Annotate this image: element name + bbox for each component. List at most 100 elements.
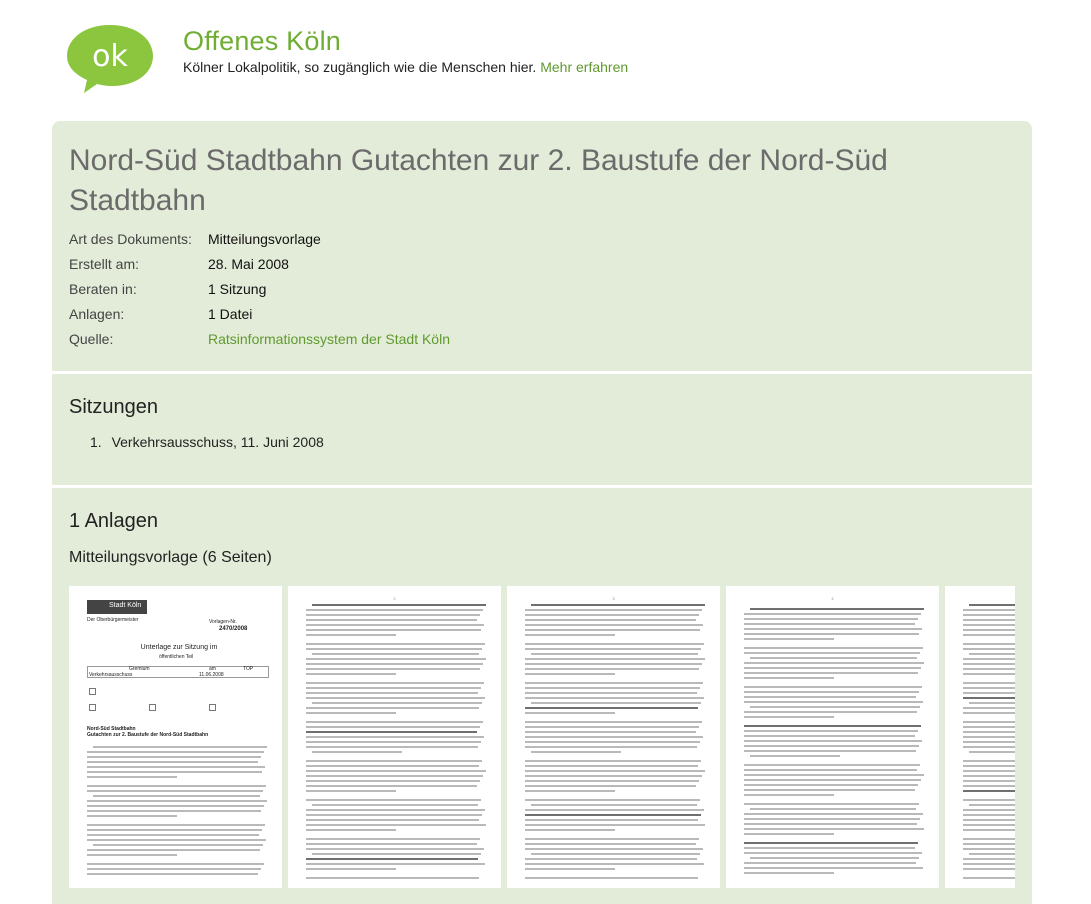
text-line bbox=[525, 863, 704, 865]
more-info-link[interactable]: Mehr erfahren bbox=[540, 59, 628, 75]
betreff-subtext: Gutachten zur 2. Baustufe der Nord-Süd S… bbox=[87, 732, 209, 738]
text-line bbox=[963, 868, 1015, 870]
page-thumbnail[interactable]: 4 bbox=[726, 586, 939, 888]
text-line bbox=[525, 624, 703, 626]
meta-label: Quelle: bbox=[69, 331, 114, 347]
sessions-panel: Sitzungen 1. Verkehrsausschuss, 11. Juni… bbox=[52, 374, 1032, 485]
text-line bbox=[963, 775, 1015, 777]
meta-row-type: Art des Dokuments: Mitteilungsvorlage bbox=[69, 231, 669, 256]
text-line bbox=[87, 800, 267, 802]
text-line bbox=[744, 789, 915, 791]
text-line bbox=[87, 785, 266, 787]
text-line bbox=[525, 809, 704, 811]
text-line bbox=[87, 873, 258, 875]
text-line bbox=[963, 731, 1015, 733]
text-line bbox=[744, 818, 920, 820]
text-line bbox=[525, 697, 704, 699]
text-line bbox=[87, 810, 261, 812]
attachment-title[interactable]: Mitteilungsvorlage (6 Seiten) bbox=[69, 549, 272, 567]
text-line bbox=[525, 673, 615, 675]
text-line bbox=[306, 863, 485, 865]
text-line bbox=[531, 604, 705, 606]
site-title[interactable]: Offenes Köln bbox=[183, 26, 341, 57]
text-line bbox=[744, 623, 915, 625]
text-line bbox=[744, 628, 922, 630]
page-thumbnail[interactable]: 3 bbox=[507, 586, 720, 888]
text-line bbox=[744, 730, 918, 732]
text-line bbox=[525, 829, 615, 831]
text-line bbox=[525, 619, 696, 621]
text-line bbox=[306, 780, 480, 782]
page1-heading: Unterlage zur Sitzung im bbox=[140, 644, 218, 651]
text-line bbox=[525, 799, 700, 801]
text-line bbox=[306, 726, 480, 728]
page-number: 2 bbox=[393, 596, 396, 601]
text-line bbox=[87, 761, 258, 763]
text-line bbox=[525, 687, 700, 689]
text-line bbox=[963, 634, 1015, 636]
text-line bbox=[744, 774, 924, 776]
document-title: Nord-Süd Stadtbahn Gutachten zur 2. Baus… bbox=[69, 144, 888, 217]
text-line bbox=[525, 877, 698, 879]
text-line bbox=[87, 766, 265, 768]
text-line bbox=[744, 784, 918, 786]
text-line bbox=[525, 707, 698, 709]
text-line bbox=[744, 847, 915, 849]
text-line bbox=[969, 804, 1015, 806]
text-line bbox=[531, 751, 621, 753]
text-line bbox=[306, 760, 482, 762]
page-thumbnail[interactable]: Stadt Köln Der Oberbürgermeister Vorlage… bbox=[69, 586, 282, 888]
text-line bbox=[744, 725, 921, 727]
meta-label: Beraten in: bbox=[69, 281, 137, 297]
text-line bbox=[87, 751, 264, 753]
text-line bbox=[306, 785, 477, 787]
text-line bbox=[963, 863, 1015, 865]
list-item[interactable]: 1. Verkehrsausschuss, 11. Juni 2008 bbox=[90, 434, 324, 450]
text-line bbox=[744, 686, 922, 688]
text-line bbox=[306, 790, 396, 792]
text-line bbox=[87, 824, 265, 826]
source-link[interactable]: Ratsinformationssystem der Stadt Köln bbox=[208, 331, 450, 348]
text-line bbox=[963, 877, 1015, 879]
sessions-list: 1. Verkehrsausschuss, 11. Juni 2008 bbox=[90, 434, 324, 450]
page-thumbnail[interactable] bbox=[945, 586, 1015, 888]
text-line bbox=[306, 712, 396, 714]
session-link[interactable]: Verkehrsausschuss, 11. Juni 2008 bbox=[112, 434, 324, 450]
text-line bbox=[744, 823, 917, 825]
text-line bbox=[306, 658, 486, 660]
text-line bbox=[306, 775, 483, 777]
text-line bbox=[306, 624, 484, 626]
text-line bbox=[525, 668, 699, 670]
text-line bbox=[744, 701, 923, 703]
site-tagline: Kölner Lokalpolitik, so zugänglich wie d… bbox=[183, 59, 628, 75]
page-thumbnail[interactable]: 2 bbox=[288, 586, 501, 888]
text-line bbox=[306, 765, 479, 767]
top-label: TOP bbox=[243, 666, 254, 672]
offenes-koeln-logo[interactable]: ok bbox=[66, 23, 154, 93]
checkbox-icon bbox=[89, 688, 96, 695]
text-line bbox=[525, 648, 701, 650]
text-line bbox=[306, 682, 484, 684]
attachments-heading: 1 Anlagen bbox=[69, 510, 158, 532]
meta-value: 1 Sitzung bbox=[208, 281, 267, 297]
text-line bbox=[963, 697, 1015, 699]
text-line bbox=[306, 629, 481, 631]
text-line bbox=[963, 848, 1015, 850]
text-line bbox=[306, 741, 481, 743]
text-line bbox=[963, 663, 1015, 665]
text-line bbox=[87, 829, 262, 831]
text-line bbox=[312, 653, 479, 655]
meta-row-created: Erstellt am: 28. Mai 2008 bbox=[69, 256, 669, 281]
text-line bbox=[525, 746, 697, 748]
text-line bbox=[87, 776, 177, 778]
text-line bbox=[744, 716, 834, 718]
text-line bbox=[744, 672, 918, 674]
logo-text: ok bbox=[92, 39, 128, 74]
text-line bbox=[750, 857, 919, 859]
text-line bbox=[525, 614, 699, 616]
text-line bbox=[306, 746, 478, 748]
text-line bbox=[963, 829, 1015, 831]
text-line bbox=[525, 790, 615, 792]
text-line bbox=[306, 843, 477, 845]
text-line bbox=[744, 647, 923, 649]
